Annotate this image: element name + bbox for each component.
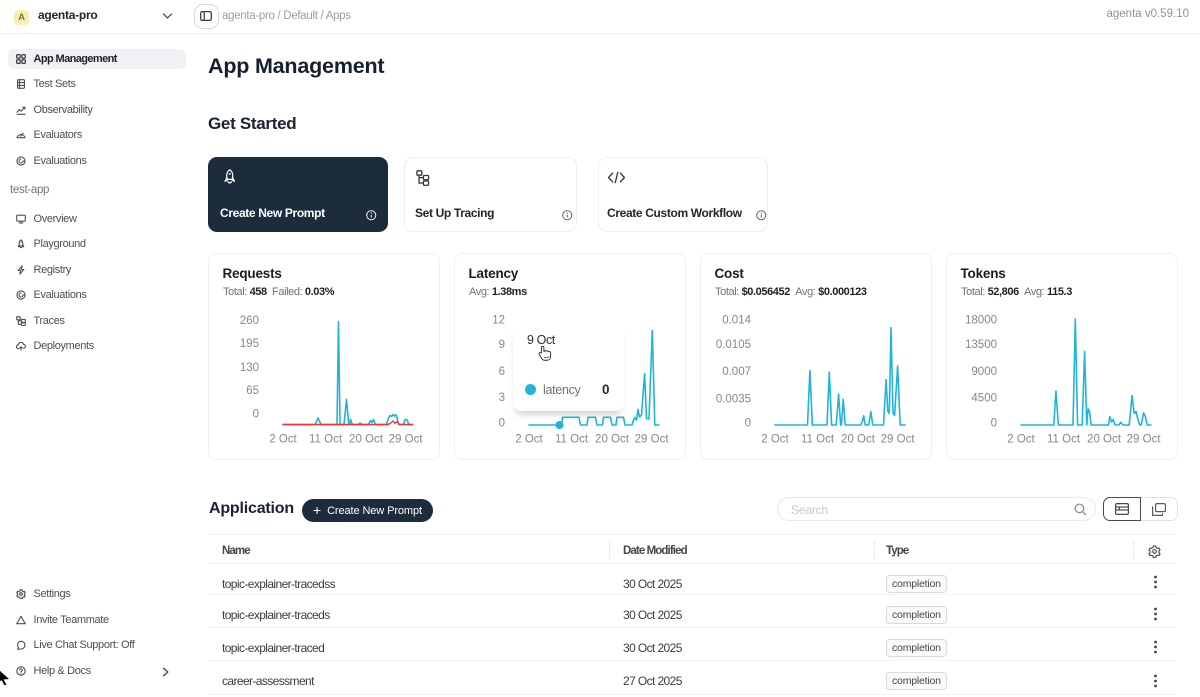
svg-text:11 Oct: 11 Oct (555, 434, 589, 446)
svg-text:65: 65 (246, 385, 259, 397)
svg-text:20 Oct: 20 Oct (1087, 434, 1122, 446)
svg-text:0: 0 (745, 418, 751, 430)
svg-text:20 Oct: 20 Oct (349, 434, 384, 446)
svg-text:0.0035: 0.0035 (716, 393, 751, 405)
svg-text:11 Oct: 11 Oct (309, 434, 343, 446)
svg-text:9: 9 (499, 339, 505, 351)
svg-text:2 Oct: 2 Oct (269, 434, 297, 446)
svg-text:20 Oct: 20 Oct (841, 434, 876, 446)
svg-text:12: 12 (492, 315, 505, 327)
svg-text:29 Oct: 29 Oct (635, 434, 670, 446)
svg-text:130: 130 (240, 362, 259, 374)
svg-text:260: 260 (240, 315, 259, 327)
svg-text:195: 195 (240, 338, 259, 350)
svg-text:0.007: 0.007 (722, 366, 751, 378)
svg-text:2 Oct: 2 Oct (515, 434, 543, 446)
svg-text:29 Oct: 29 Oct (881, 434, 916, 446)
svg-text:29 Oct: 29 Oct (1127, 434, 1162, 446)
svg-text:18000: 18000 (965, 315, 997, 327)
svg-text:0.0105: 0.0105 (716, 339, 751, 351)
svg-text:0: 0 (991, 418, 997, 430)
svg-text:6: 6 (499, 366, 505, 378)
svg-text:29 Oct: 29 Oct (389, 434, 424, 446)
svg-text:3: 3 (499, 392, 505, 404)
svg-text:13500: 13500 (965, 339, 997, 351)
svg-text:9000: 9000 (971, 366, 997, 378)
svg-text:0: 0 (499, 418, 505, 430)
svg-text:0.014: 0.014 (722, 315, 751, 327)
svg-text:20 Oct: 20 Oct (595, 434, 630, 446)
svg-text:4500: 4500 (971, 393, 997, 405)
svg-text:2 Oct: 2 Oct (761, 434, 789, 446)
svg-text:11 Oct: 11 Oct (801, 434, 835, 446)
svg-text:11 Oct: 11 Oct (1047, 434, 1081, 446)
svg-text:0: 0 (253, 408, 259, 420)
svg-text:2 Oct: 2 Oct (1007, 434, 1035, 446)
